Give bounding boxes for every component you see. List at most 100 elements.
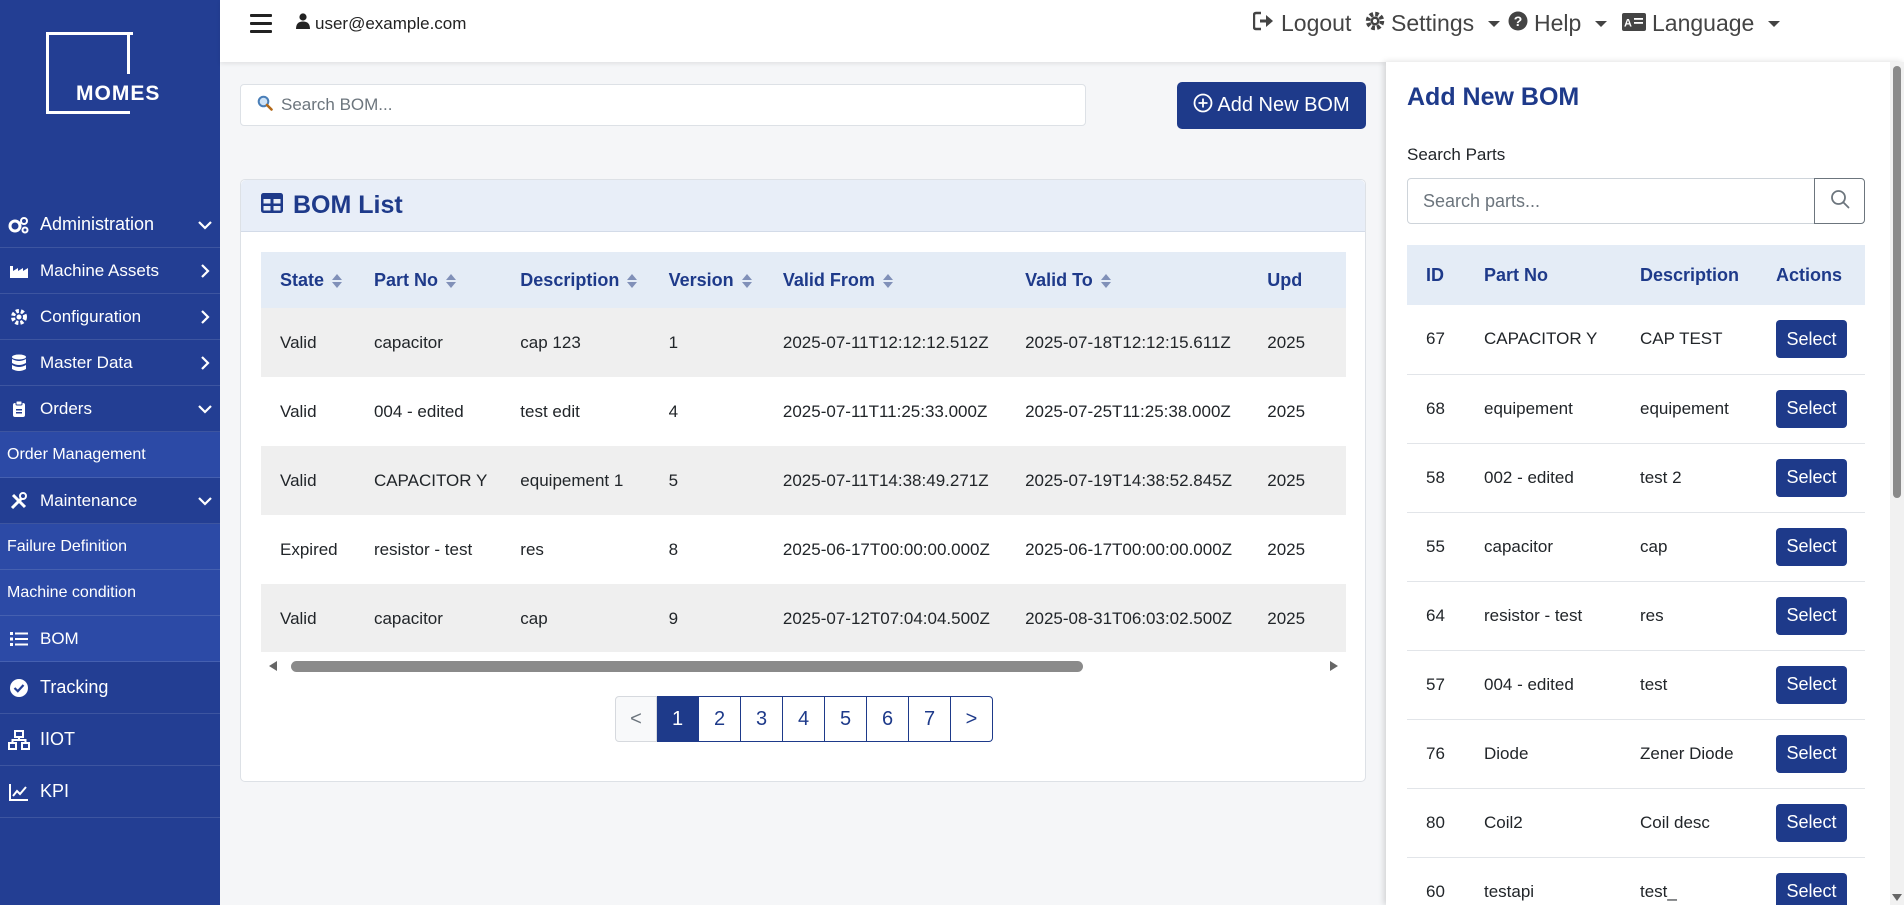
sidebar-item-iiot[interactable]: IIOT (0, 714, 220, 766)
table-row: Valid capacitor cap 9 2025-07-12T07:04:0… (261, 584, 1346, 652)
cell-actions: Select (1757, 581, 1865, 651)
col-valid-to[interactable]: Valid To (1006, 252, 1249, 308)
select-button[interactable]: Select (1776, 389, 1847, 428)
select-button[interactable]: Select (1776, 734, 1847, 773)
page-1-button[interactable]: 1 (657, 696, 699, 742)
chevron-right-icon (190, 263, 220, 278)
sidebar-item-machine-condition[interactable]: Machine condition (0, 570, 220, 616)
sidebar-item-order-management[interactable]: Order Management (0, 432, 220, 478)
cell-version: 5 (649, 446, 764, 515)
page-prev-button[interactable]: < (615, 696, 657, 742)
sidebar-item-tracking[interactable]: Tracking (0, 662, 220, 714)
page-3-button[interactable]: 3 (741, 696, 783, 742)
cell-valid-to: 2025-08-31T06:03:02.500Z (1006, 584, 1249, 652)
cell-valid-from: 2025-07-12T07:04:04.500Z (763, 584, 1007, 652)
col-updated[interactable]: Upd (1248, 252, 1346, 308)
cell-actions: Select (1757, 512, 1865, 582)
sidebar-item-label: Master Data (40, 352, 133, 372)
cell-actions: Select (1757, 857, 1865, 905)
page-4-button[interactable]: 4 (783, 696, 825, 742)
select-button[interactable]: Select (1776, 458, 1847, 497)
scroll-down-icon[interactable] (1892, 894, 1902, 901)
select-button[interactable]: Select (1776, 803, 1847, 842)
settings-dropdown[interactable]: Settings (1365, 10, 1501, 37)
caret-down-icon (1488, 20, 1501, 27)
cell-part-no: 004 - edited (1465, 650, 1621, 720)
caret-down-icon (1595, 20, 1608, 27)
page-7-button[interactable]: 7 (909, 696, 951, 742)
cell-actions: Select (1757, 719, 1865, 789)
cell-updated: 2025 (1248, 515, 1346, 584)
logout-button[interactable]: Logout (1252, 10, 1351, 37)
sidebar-item-label: Orders (40, 398, 92, 418)
select-button[interactable]: Select (1776, 596, 1847, 635)
sidebar-item-master-data[interactable]: Master Data (0, 340, 220, 386)
sidebar-item-configuration[interactable]: Configuration (0, 294, 220, 340)
sort-icon (741, 273, 752, 289)
col-version[interactable]: Version (649, 252, 764, 308)
help-dropdown[interactable]: ? Help (1508, 10, 1608, 37)
cell-valid-from: 2025-07-11T11:25:33.000Z (763, 377, 1007, 446)
horizontal-scrollbar[interactable] (261, 658, 1346, 674)
scroll-right-icon[interactable] (1330, 661, 1338, 671)
add-new-bom-button[interactable]: Add New BOM (1177, 82, 1366, 129)
cell-version: 9 (649, 584, 764, 652)
topbar: user@example.com Logout Settings ? Help … (220, 0, 1904, 62)
scrollbar-thumb[interactable] (291, 661, 1083, 672)
search-parts-label: Search Parts (1407, 145, 1506, 164)
sidebar-item-kpi[interactable]: KPI (0, 766, 220, 818)
cell-updated: 2025 (1248, 584, 1346, 652)
sidebar-item-maintenance[interactable]: Maintenance (0, 478, 220, 524)
select-button[interactable]: Select (1776, 320, 1847, 359)
col-state[interactable]: State (261, 252, 355, 308)
page-2-button[interactable]: 2 (699, 696, 741, 742)
col-actions: Actions (1757, 245, 1865, 305)
col-part-no: Part No (1465, 245, 1621, 305)
col-part-no[interactable]: Part No (354, 252, 502, 308)
chevron-right-icon (190, 355, 220, 370)
table-row: Valid CAPACITOR Y equipement 1 5 2025-07… (261, 446, 1346, 515)
sidebar-item-label: Machine Assets (40, 260, 160, 280)
cell-part-no: Diode (1465, 719, 1621, 789)
hamburger-menu-icon[interactable] (250, 14, 272, 34)
page-next-button[interactable]: > (951, 696, 993, 742)
add-new-bom-label: Add New BOM (1217, 94, 1350, 116)
cell-version: 4 (649, 377, 764, 446)
sidebar-item-label: Administration (40, 214, 155, 234)
table-row: 55 capacitor cap Select (1407, 512, 1865, 582)
sort-icon (1100, 273, 1111, 289)
bom-search-input[interactable] (281, 95, 1061, 115)
sidebar-item-label: KPI (40, 781, 70, 801)
cell-state: Valid (261, 446, 355, 515)
cell-version: 1 (649, 308, 764, 377)
bom-search-box (240, 84, 1086, 126)
cell-part-no: capacitor (1465, 512, 1621, 582)
sidebar-item-bom[interactable]: BOM (0, 616, 220, 662)
cell-description: cap (1621, 512, 1757, 582)
chevron-down-icon (190, 496, 220, 506)
cell-valid-from: 2025-06-17T00:00:00.000Z (763, 515, 1007, 584)
cell-state: Expired (261, 515, 355, 584)
select-button[interactable]: Select (1776, 527, 1847, 566)
sidebar-item-orders[interactable]: Orders (0, 386, 220, 432)
sidebar-item-administration[interactable]: Administration (0, 202, 220, 248)
select-button[interactable]: Select (1776, 872, 1847, 905)
select-button[interactable]: Select (1776, 665, 1847, 704)
col-description[interactable]: Description (501, 252, 650, 308)
cell-part-no: CAPACITOR Y (1465, 305, 1621, 375)
sidebar-item-machine-assets[interactable]: Machine Assets (0, 248, 220, 294)
scrollbar-thumb[interactable] (1893, 66, 1901, 498)
vertical-scrollbar[interactable] (1890, 62, 1904, 905)
cell-description: test_ (1621, 857, 1757, 905)
user-info: user@example.com (296, 13, 466, 34)
parts-search-button[interactable] (1814, 178, 1865, 224)
sidebar-item-failure-definition[interactable]: Failure Definition (0, 524, 220, 570)
page-6-button[interactable]: 6 (867, 696, 909, 742)
scroll-left-icon[interactable] (269, 661, 277, 671)
page-5-button[interactable]: 5 (825, 696, 867, 742)
logo: MOMES (76, 82, 161, 105)
parts-search-input[interactable] (1407, 178, 1831, 224)
caret-down-icon (1768, 20, 1781, 27)
col-valid-from[interactable]: Valid From (763, 252, 1007, 308)
language-dropdown[interactable]: A Language (1622, 10, 1781, 37)
